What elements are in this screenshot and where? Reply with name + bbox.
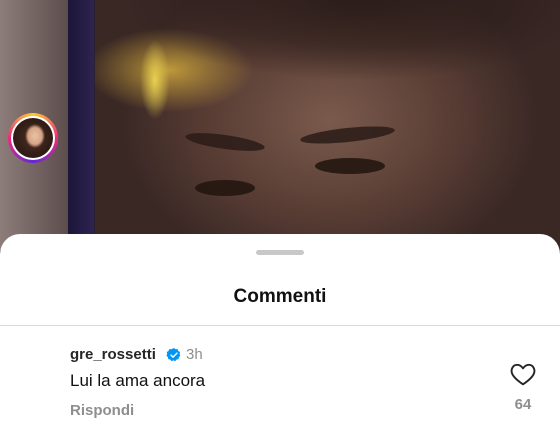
video-eye-right xyxy=(315,158,385,174)
verified-badge-icon xyxy=(166,348,181,362)
avatar-image xyxy=(13,118,53,158)
comment-username[interactable]: gre_rossetti xyxy=(70,346,156,363)
sheet-drag-handle[interactable] xyxy=(256,250,304,255)
video-eye-left xyxy=(195,180,255,196)
avatar-ring-inner xyxy=(11,116,55,160)
video-background[interactable] xyxy=(0,0,560,250)
title-divider xyxy=(0,325,560,326)
reply-button[interactable]: Rispondi xyxy=(70,402,134,419)
video-light-highlight xyxy=(140,40,170,120)
comment-text: Lui la ama ancora xyxy=(70,371,206,390)
like-count: 64 xyxy=(514,396,532,413)
background-stripe xyxy=(68,0,94,250)
video-brow-right xyxy=(299,123,396,147)
video-brow-left xyxy=(184,129,266,155)
comment-timestamp: 3h xyxy=(186,346,203,363)
heart-icon[interactable] xyxy=(510,362,536,386)
sheet-title: Commenti xyxy=(233,286,327,307)
avatar[interactable] xyxy=(8,113,58,163)
